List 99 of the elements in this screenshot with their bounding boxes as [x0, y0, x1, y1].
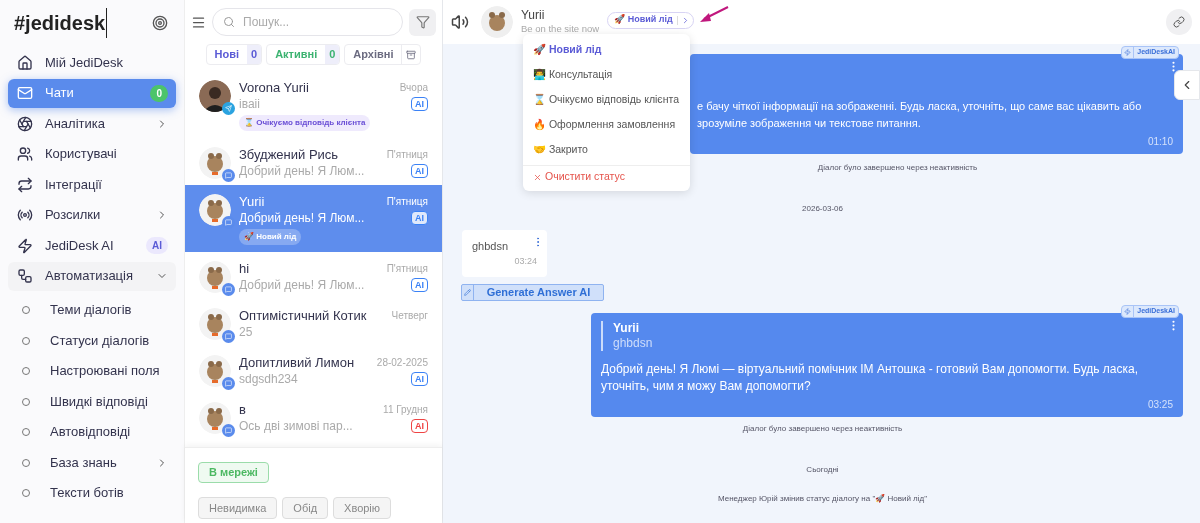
message-preview: 25	[239, 324, 253, 340]
sidebar-item[interactable]: Тексти ботів	[8, 478, 176, 508]
ai-badge: AI	[411, 372, 428, 386]
chat-time: П'ятниця	[386, 195, 428, 209]
link-button[interactable]	[1166, 9, 1192, 35]
home-icon	[17, 54, 33, 71]
chat-time: П'ятниця	[386, 148, 428, 162]
message-preview: Добрий день! Я Люм...	[239, 163, 365, 179]
workflow-icon	[17, 268, 33, 284]
sidebar-item[interactable]: Настроювані поля	[8, 356, 176, 386]
chat-icon	[222, 169, 235, 182]
message-time: 01:10	[1146, 136, 1173, 148]
menu-item[interactable]: 🔥 Оформлення замовлення	[523, 112, 690, 137]
sidebar-item[interactable]: База знань	[8, 448, 176, 477]
sidebar-item[interactable]: JediDesk AI AI	[8, 231, 176, 260]
ai-badge: AI	[411, 97, 428, 111]
system-note: Менеджер Юрій змінив статус діалогу на "🚀 Новий лід"	[717, 493, 928, 504]
speaker-icon[interactable]	[451, 13, 469, 31]
status-tag: 🚀 Новий лід	[239, 229, 302, 245]
contact-name: Оптимістичний Котик	[239, 308, 367, 324]
menu-item[interactable]: 🤝 Закрито	[523, 137, 690, 162]
message-text: зрозуміле зображення чи текстове питання.	[697, 116, 921, 131]
ai-badge: AI	[411, 419, 428, 433]
system-note: Діалог було завершено через неактивність	[817, 162, 978, 173]
contact-name: Yurii	[521, 8, 546, 22]
generate-answer-button[interactable]: Generate Answer AI	[461, 284, 604, 301]
contact-name: hi	[239, 261, 250, 277]
menu-item[interactable]: Очистити статус	[523, 165, 690, 188]
filter-tab[interactable]: Архівні	[344, 44, 422, 65]
message-time: 03:25	[1146, 399, 1173, 411]
message-text: ghbdsn	[472, 239, 510, 254]
message-preview: Добрий день! Я Люм...	[239, 277, 365, 293]
chat-icon	[222, 330, 235, 343]
quote-author: Yurii	[613, 321, 640, 336]
filter-tab[interactable]: Нові 0	[205, 44, 263, 65]
chat-icon	[222, 283, 235, 296]
sidebar-item[interactable]: Теми діалогів	[8, 295, 176, 325]
arrows-icon	[17, 176, 33, 193]
menu-icon[interactable]	[191, 14, 206, 30]
date-separator: 2026-03-06	[802, 203, 843, 214]
chat-time: Вчора	[399, 81, 428, 95]
date-separator: Сьогодні	[806, 464, 839, 475]
filter-icon	[415, 15, 430, 29]
sidebar-item[interactable]: Користувачі	[8, 139, 176, 169]
contact-name: Vorona Yurii	[239, 80, 309, 96]
chat-icon	[222, 424, 235, 437]
message-preview: Добрий день! Я Люм...	[239, 210, 365, 226]
sidebar-item[interactable]: Інтеграції	[8, 170, 176, 199]
message-time: 03:24	[513, 254, 537, 268]
filter-button[interactable]	[409, 8, 436, 36]
message-text: е бачу чіткої інформації на зображенні. Будь ласка, уточніть, що саме вас цікавить або	[697, 99, 1142, 114]
menu-item[interactable]: ⌛ Очікуємо відповідь клієнта	[523, 87, 690, 112]
chat-time: 28-02-2025	[376, 356, 428, 370]
contact-name: Збуджений Рись	[239, 147, 339, 163]
ai-badge: AI	[411, 278, 428, 292]
sidebar-item[interactable]: Аналітика	[8, 109, 176, 138]
target-icon[interactable]	[152, 15, 168, 31]
ai-badge: AI	[411, 164, 428, 178]
search-icon	[223, 16, 235, 28]
online-status: Be on the site now	[521, 22, 600, 36]
contact-name: Допитливий Лимон	[239, 355, 355, 371]
sidebar-item[interactable]: Швидкі відповіді	[8, 387, 176, 416]
chat-time: 11 Грудня	[383, 403, 428, 417]
message-text: Добрий день! Я Люмі — віртуальний помічник ІМ Антошка - готовий Вам допомогти. Будь ласка, уточніть, чим я можу Вам допомогти?	[601, 361, 1140, 395]
mail-icon	[17, 85, 33, 101]
sidebar-item[interactable]: Розсилки	[8, 200, 176, 230]
close-icon	[533, 172, 542, 182]
pencil-icon	[464, 289, 471, 296]
archive-icon	[406, 49, 417, 60]
sidebar-item[interactable]: Мій JediDesk	[8, 48, 176, 77]
collapse-tab[interactable]	[1174, 70, 1200, 100]
ai-badge: AI	[146, 237, 168, 254]
message-preview: iваii	[239, 96, 260, 112]
ai-badge: AI	[411, 211, 428, 225]
sidebar-item[interactable]: Автоматизація	[8, 261, 176, 291]
chat-time: П'ятниця	[386, 262, 428, 276]
status-tag: ⌛ Очікуємо відповідь клієнта	[239, 115, 371, 131]
menu-item[interactable]: 👨‍💻 Консультація	[523, 62, 690, 87]
telegram-icon	[222, 102, 235, 115]
lightning-icon	[17, 237, 33, 254]
contact-name: Yurii	[239, 194, 265, 210]
broadcast-icon	[17, 207, 33, 223]
sidebar-item[interactable]: Автовідповіді	[8, 417, 176, 447]
sidebar-item[interactable]: Статуси діалогів	[8, 326, 176, 355]
chat-time: Четверг	[391, 309, 428, 323]
search-input[interactable]: Пошук...	[243, 13, 392, 31]
menu-item[interactable]: 🚀 Новий лід	[523, 37, 690, 62]
chat-icon	[222, 216, 235, 229]
aperture-icon	[17, 115, 33, 132]
contact-name: в	[239, 402, 246, 418]
quote-text: ghbdsn	[613, 336, 654, 351]
users-icon	[17, 146, 33, 162]
brand-logo: #jedidesk	[14, 8, 108, 38]
count-badge: 0	[150, 84, 168, 102]
message-preview: sdgsdh234	[239, 371, 298, 387]
link-icon	[1173, 16, 1185, 28]
message-preview: Ось дві зимові пар...	[239, 418, 353, 434]
chat-icon	[222, 377, 235, 390]
system-note: Діалог було завершено через неактивність	[742, 423, 903, 434]
